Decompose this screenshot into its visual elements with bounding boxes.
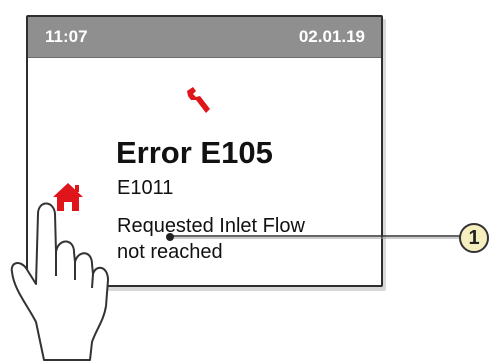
- annotation-overlay: [10, 202, 460, 361]
- callout-anchor-dot: [166, 233, 174, 241]
- pointing-hand-icon: [10, 202, 109, 361]
- callout-badge: 1: [459, 223, 489, 253]
